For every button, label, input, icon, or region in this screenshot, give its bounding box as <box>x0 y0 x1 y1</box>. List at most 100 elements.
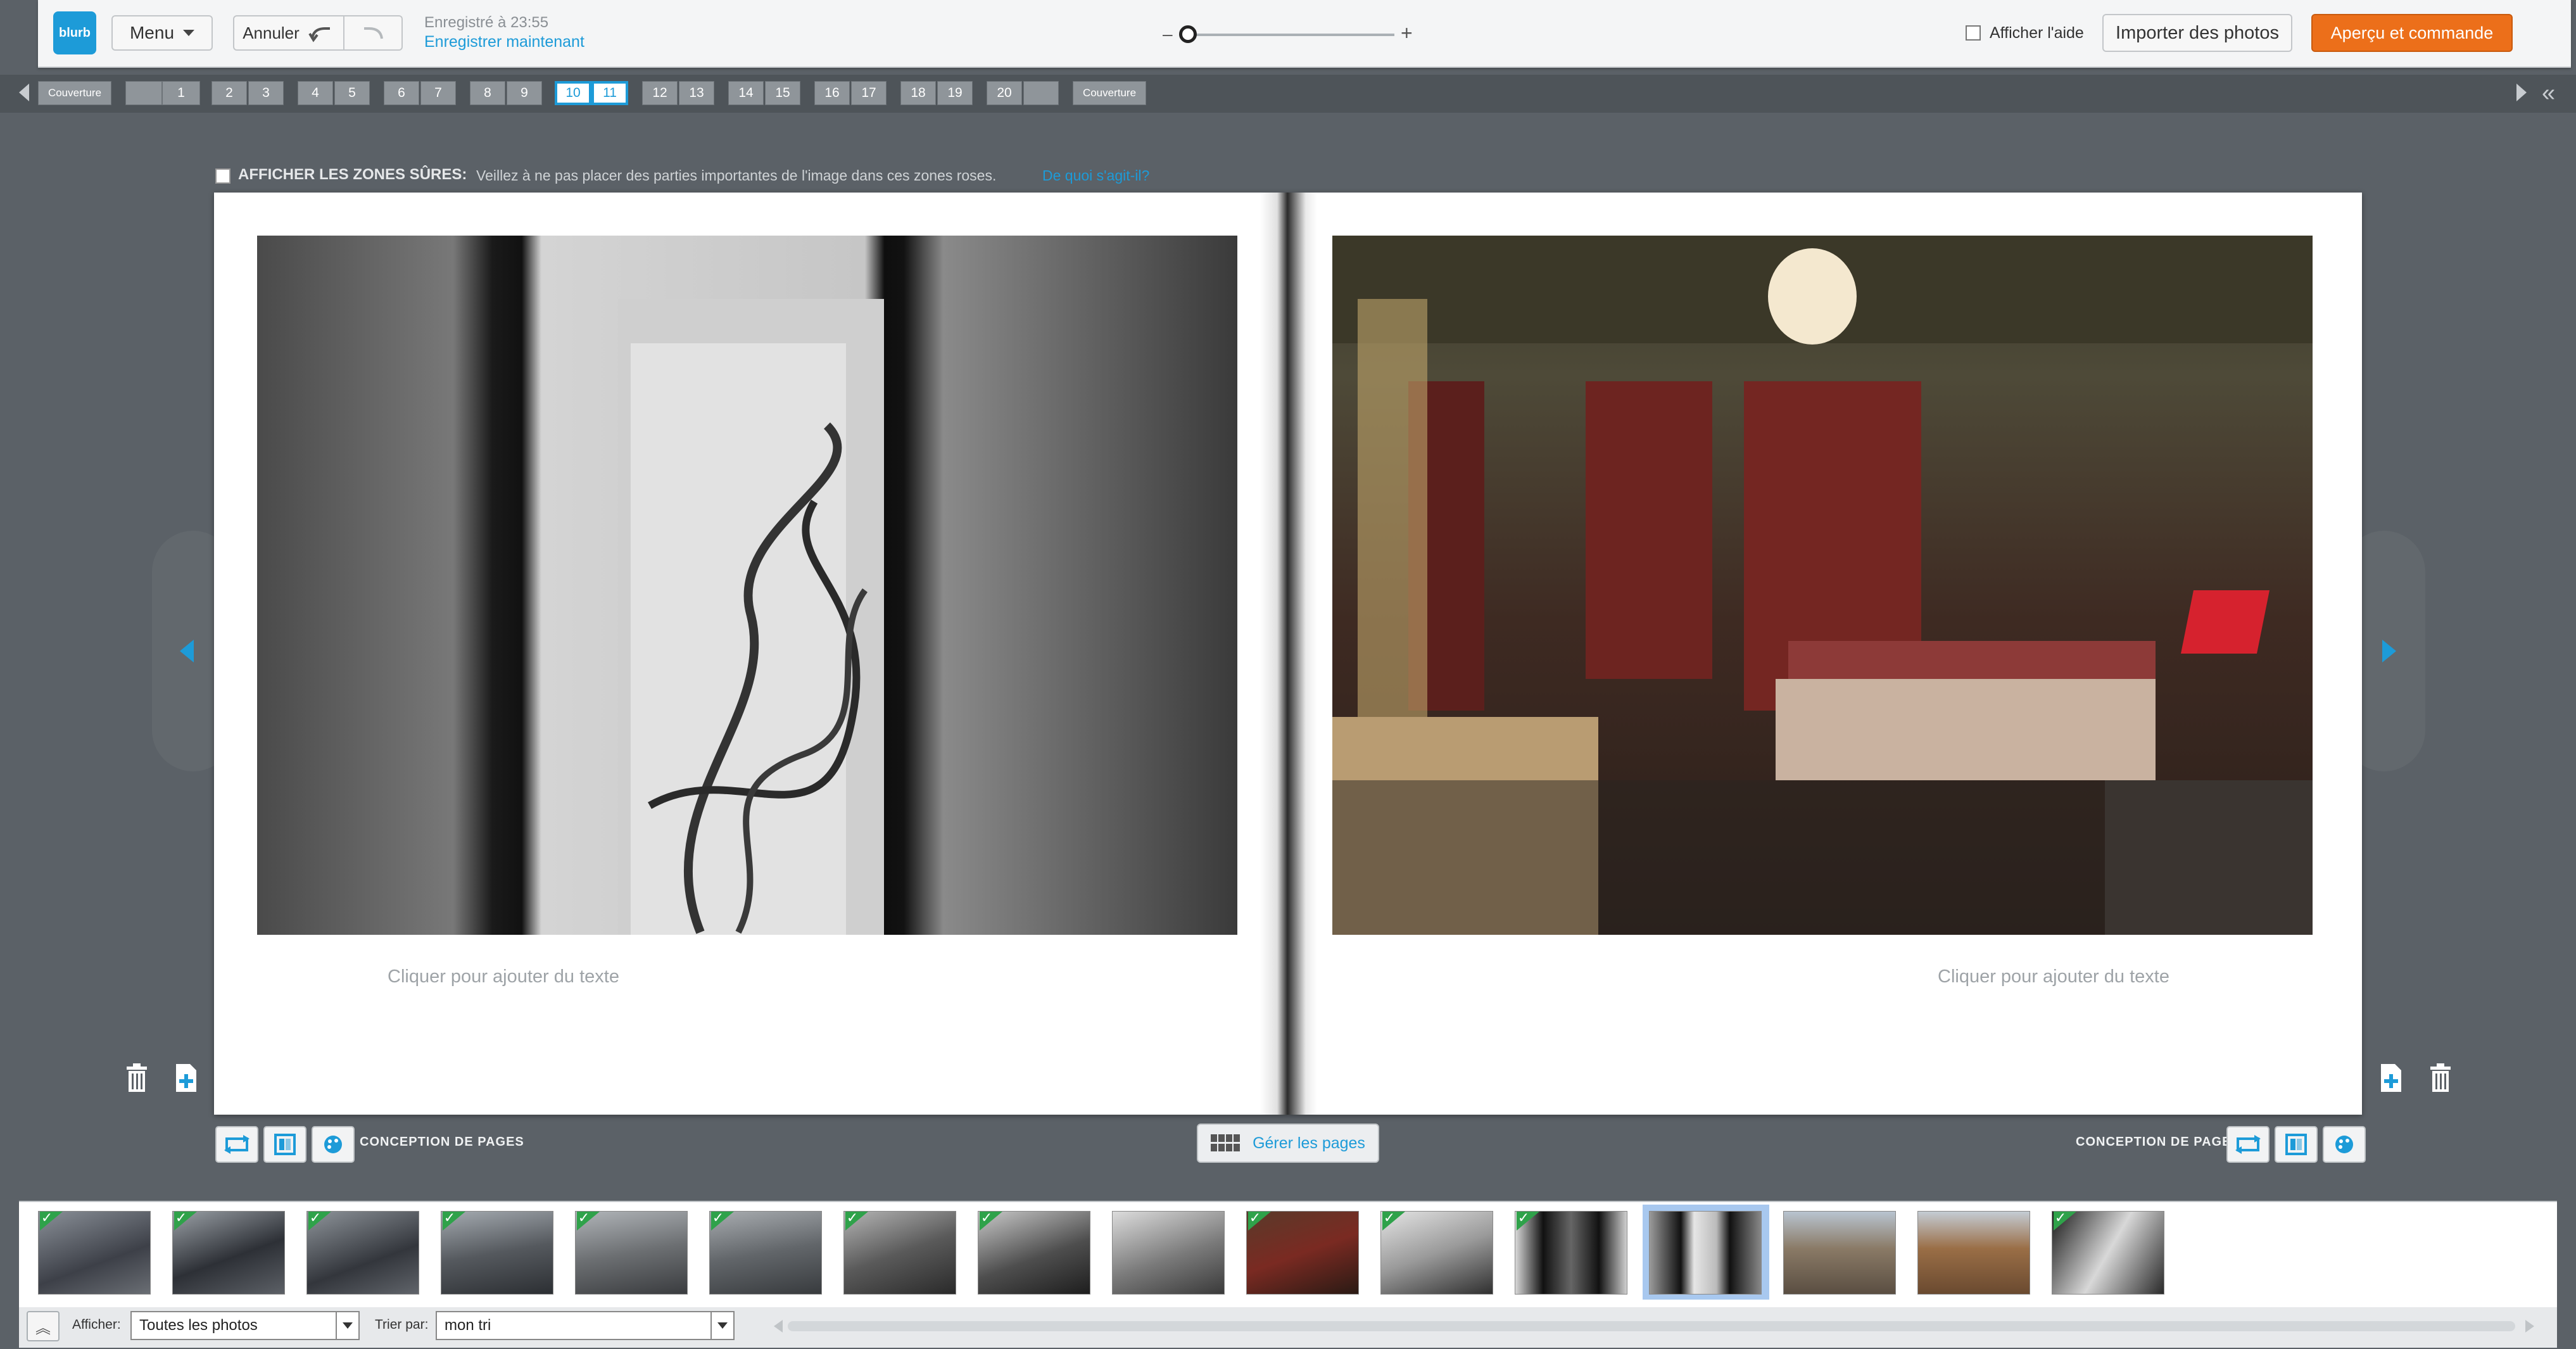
page-thumb[interactable]: 7 <box>420 81 456 105</box>
photo-thumbnail[interactable]: ✓ <box>709 1211 822 1295</box>
add-page-right-button[interactable] <box>2377 1061 2405 1094</box>
right-page-photo[interactable] <box>1332 236 2313 935</box>
swap-layout-right-button[interactable] <box>2226 1126 2270 1163</box>
page-thumb[interactable]: 17 <box>851 81 887 105</box>
page-cover-front[interactable]: Couverture <box>38 81 111 105</box>
double-chevron-up-icon: ︽ <box>35 1319 51 1337</box>
photo-thumbnail[interactable] <box>1112 1211 1225 1295</box>
page-thumb[interactable] <box>1023 81 1059 105</box>
layout-icon <box>2285 1134 2307 1155</box>
sort-value: mon tri <box>445 1317 491 1334</box>
help-checkbox[interactable] <box>1966 25 1981 41</box>
page-thumb-active[interactable]: 11 <box>591 81 628 105</box>
page-thumb[interactable]: 14 <box>728 81 764 105</box>
tray-collapse-button[interactable]: ︽ <box>27 1311 60 1341</box>
page-theme-left-button[interactable] <box>312 1126 355 1163</box>
add-page-left-button[interactable] <box>172 1061 200 1094</box>
help-label: Afficher l'aide <box>1990 24 2084 42</box>
photo-thumbnail-selected[interactable] <box>1649 1211 1762 1295</box>
blurb-logo: blurb <box>53 11 96 54</box>
page-thumb[interactable]: 16 <box>814 81 850 105</box>
page-layout-right-button[interactable] <box>2275 1126 2318 1163</box>
collapse-double-chevron-icon[interactable]: « <box>2542 80 2555 107</box>
zoom-slider-track[interactable] <box>1187 34 1394 36</box>
manage-pages-button[interactable]: Gérer les pages <box>1197 1124 1379 1163</box>
safe-zones-help-link[interactable]: De quoi s'agit-il? <box>1042 167 1149 184</box>
tray-scrollbar[interactable] <box>788 1321 2515 1331</box>
checkmark-icon: ✓ <box>40 1212 63 1231</box>
saved-status: Enregistré à 23:55 <box>424 14 549 31</box>
safe-zones-checkbox[interactable] <box>215 168 230 184</box>
chevron-down-icon <box>710 1312 733 1339</box>
photo-thumbnail[interactable]: ✓ <box>575 1211 688 1295</box>
page-layout-left-button[interactable] <box>263 1126 306 1163</box>
redo-button[interactable] <box>343 15 403 51</box>
photo-thumbnail[interactable]: ✓ <box>1246 1211 1359 1295</box>
photo-thumbnail[interactable]: ✓ <box>172 1211 285 1295</box>
redo-icon <box>364 27 383 39</box>
page-thumb[interactable]: 15 <box>765 81 800 105</box>
page-strip-next-icon[interactable] <box>2516 84 2527 101</box>
zoom-out-button[interactable]: – <box>1163 24 1173 44</box>
add-page-icon <box>176 1064 196 1092</box>
page-thumb[interactable]: 20 <box>987 81 1022 105</box>
zoom-slider-knob[interactable] <box>1179 25 1197 43</box>
photo-thumbnail[interactable]: ✓ <box>1380 1211 1493 1295</box>
page-thumb[interactable]: 5 <box>334 81 370 105</box>
page-thumb[interactable]: 2 <box>212 81 247 105</box>
photo-thumbnail[interactable]: ✓ <box>1515 1211 1627 1295</box>
photo-thumbnail[interactable]: ✓ <box>978 1211 1090 1295</box>
photo-thumbnail[interactable]: ✓ <box>2052 1211 2164 1295</box>
page-thumb[interactable]: 8 <box>470 81 505 105</box>
page-thumb[interactable]: 19 <box>937 81 973 105</box>
scroll-left-icon[interactable] <box>774 1320 784 1333</box>
undo-button[interactable]: Annuler <box>233 15 344 51</box>
photo-thumbnail[interactable]: ✓ <box>306 1211 419 1295</box>
sort-select[interactable]: mon tri <box>436 1311 735 1340</box>
delete-page-left-button[interactable] <box>123 1061 151 1094</box>
swap-icon <box>224 1135 249 1154</box>
swap-layout-left-button[interactable] <box>215 1126 258 1163</box>
page-theme-right-button[interactable] <box>2323 1126 2366 1163</box>
delete-page-right-button[interactable] <box>2427 1061 2454 1094</box>
page-cover-back[interactable]: Couverture <box>1073 81 1146 105</box>
photo-thumbnail[interactable]: ✓ <box>441 1211 553 1295</box>
zoom-in-button[interactable]: + <box>1401 22 1413 45</box>
page-thumb[interactable]: 1 <box>162 81 200 105</box>
page-thumb[interactable]: 18 <box>900 81 936 105</box>
abstract-artwork-image <box>618 299 884 935</box>
menu-button[interactable]: Menu <box>111 15 213 51</box>
preview-order-button[interactable]: Aperçu et commande <box>2311 14 2513 52</box>
page-thumb[interactable]: 12 <box>642 81 678 105</box>
page-thumb[interactable]: 13 <box>679 81 714 105</box>
undo-icon <box>308 27 330 42</box>
next-spread-arrow-icon[interactable] <box>2382 640 2396 662</box>
checkmark-icon: ✓ <box>1248 1212 1271 1231</box>
left-page-photo[interactable] <box>257 236 1237 935</box>
palette-icon <box>324 1136 342 1153</box>
checkmark-icon: ✓ <box>980 1212 1002 1231</box>
photo-thumbnail[interactable]: ✓ <box>38 1211 151 1295</box>
prev-spread-arrow-icon[interactable] <box>180 640 194 662</box>
photo-thumbnail[interactable]: ✓ <box>843 1211 956 1295</box>
import-photos-button[interactable]: Importer des photos <box>2102 14 2292 52</box>
save-now-link[interactable]: Enregistrer maintenant <box>424 33 584 51</box>
show-filter-select[interactable]: Toutes les photos <box>130 1311 360 1340</box>
photo-thumbnail[interactable] <box>1783 1211 1896 1295</box>
page-strip-prev-icon[interactable] <box>19 84 29 101</box>
page-thumb[interactable] <box>125 81 162 105</box>
safe-zones-description: Veillez à ne pas placer des parties impo… <box>476 167 997 184</box>
page-thumb[interactable]: 4 <box>298 81 333 105</box>
page-thumb[interactable]: 3 <box>248 81 284 105</box>
left-page-text-box[interactable]: Cliquer pour ajouter du texte <box>388 966 619 987</box>
chevron-down-icon <box>336 1312 358 1339</box>
page-thumb[interactable]: 9 <box>507 81 542 105</box>
photo-thumbnail[interactable] <box>1917 1211 2030 1295</box>
page-thumb[interactable]: 6 <box>384 81 419 105</box>
show-filter-label: Afficher: <box>72 1317 121 1332</box>
menu-label: Menu <box>129 23 175 42</box>
page-thumb-active[interactable]: 10 <box>555 81 591 105</box>
scroll-right-icon[interactable] <box>2524 1320 2534 1333</box>
right-page-text-box[interactable]: Cliquer pour ajouter du texte <box>1938 966 2169 987</box>
layout-icon <box>274 1134 296 1155</box>
